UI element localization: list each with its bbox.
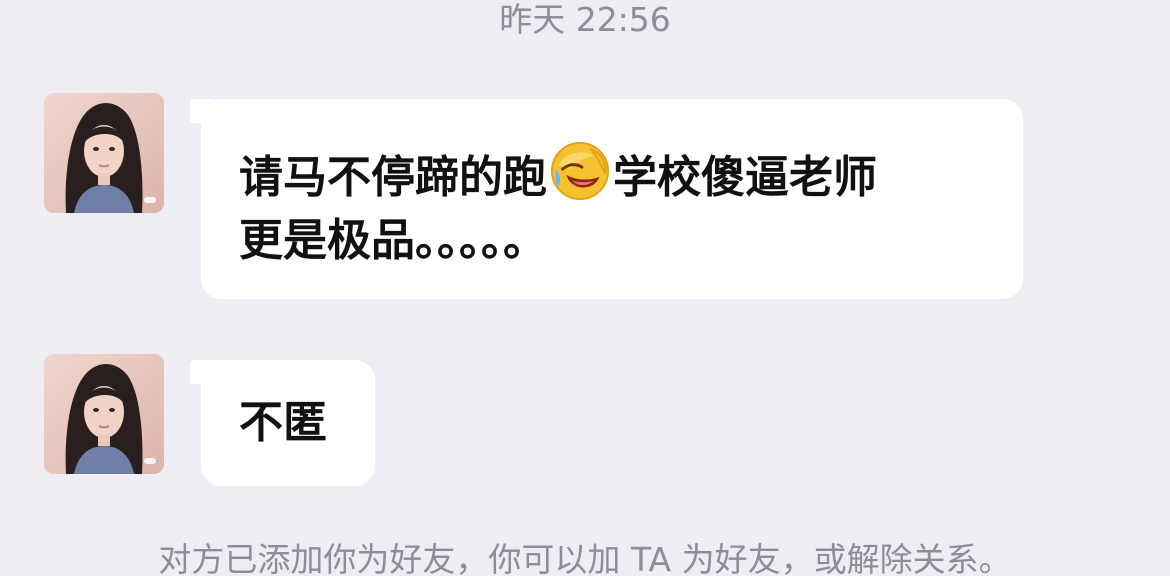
message-row: 不匿 <box>44 354 444 494</box>
message-text: 请马不停蹄的跑 <box>239 152 547 203</box>
message-row: 请马不停蹄的跑 学校傻逼老师更是极品。。。。。 <box>44 93 1044 303</box>
message-text: 学校傻逼老师 <box>613 152 877 203</box>
laughing-tears-emoji-icon <box>550 141 610 201</box>
message-bubble[interactable]: 请马不停蹄的跑 学校傻逼老师更是极品。。。。。 <box>190 99 1023 299</box>
message-bubble[interactable]: 不匿 <box>190 360 375 486</box>
message-timestamp: 昨天 22:56 <box>499 0 671 39</box>
avatar[interactable] <box>44 93 164 213</box>
chat-screen: 昨天 22:56 请马不停蹄的跑 学校傻逼老师 更是极品。。。。。 不匿 对方已… <box>0 0 1170 576</box>
avatar-portrait-icon <box>44 93 164 213</box>
message-text: 不匿 <box>239 397 327 448</box>
message-text: 更是极品。。。。。 <box>239 215 547 266</box>
avatar-portrait-icon <box>44 354 164 474</box>
avatar[interactable] <box>44 354 164 474</box>
system-notice: 对方已添加你为好友，你可以加 TA 为好友，或解除关系。 <box>158 540 1012 576</box>
